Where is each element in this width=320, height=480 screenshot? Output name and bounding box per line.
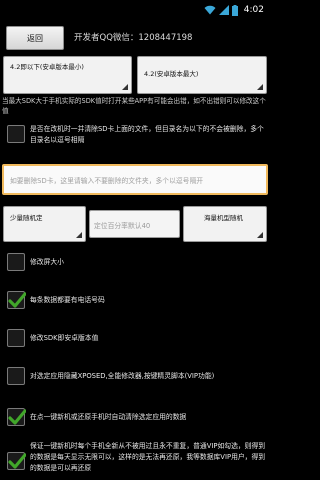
- checkmark-icon: [8, 409, 26, 425]
- restore-note-label: 保证一键新机时每个手机全新从不被用过且永不重复，普通VIP如勾选，则得到的数据是…: [30, 442, 266, 472]
- dropdown-arrow-icon: [76, 232, 82, 238]
- model-random-value: 海量机型随机: [204, 214, 243, 222]
- max-version-spinner[interactable]: 4.2(安卓版本最大): [137, 56, 267, 94]
- checkmark-icon: [8, 292, 26, 308]
- percent-input[interactable]: 定位百分率默认40: [89, 210, 180, 238]
- auto-clear-checkbox[interactable]: [7, 408, 26, 426]
- phone-number-checkbox[interactable]: [7, 291, 26, 309]
- checkmark-icon: [8, 453, 26, 469]
- signal-icon: [218, 5, 229, 15]
- status-icons: 4:02: [204, 4, 264, 16]
- developer-contact: 开发者QQ微信：1208447198: [74, 33, 193, 43]
- random-mode-value: 少量随机定: [10, 214, 43, 222]
- xposed-label: 对选定应用隐藏XPOSED,全能修改器,按键精灵脚本(VIP功能): [30, 372, 215, 380]
- modify-sdk-label: 修改SDK即安卓版本值: [30, 334, 99, 342]
- wifi-icon: [204, 5, 216, 15]
- screen-size-label: 修改屏大小: [30, 258, 64, 266]
- restore-note-checkbox[interactable]: [7, 452, 26, 470]
- delete-files-label: 是否在改机时一并清除SD卡上面的文件，但目录名为以下的不会被删除，多个目录名以逗…: [30, 125, 264, 144]
- auto-clear-label: 在点一键新机或还原手机时自动清除选定应用的数据: [30, 413, 187, 421]
- sdk-warning-text: 当最大SDK大于手机实际的SDK值时打开某些APP有可能会出错，如不出错则可以修…: [2, 97, 266, 115]
- min-version-spinner[interactable]: 4.2即以下(安卓版本最小): [3, 56, 132, 94]
- dropdown-arrow-icon: [122, 84, 128, 90]
- status-bar: 4:02: [0, 0, 270, 20]
- random-mode-spinner[interactable]: 少量随机定: [3, 206, 86, 242]
- phone-number-label: 每条数据都要有电话号码: [30, 296, 105, 304]
- battery-icon: [231, 4, 238, 16]
- delete-files-checkbox[interactable]: [7, 125, 25, 143]
- dropdown-arrow-icon: [257, 232, 263, 238]
- min-version-value: 4.2即以下(安卓版本最小): [10, 63, 84, 71]
- back-button[interactable]: 返回: [6, 26, 64, 50]
- sd-exclude-input[interactable]: 如要删除SD卡，这里请输入不要删除的文件夹，多个以逗号隔开: [2, 164, 268, 195]
- model-random-spinner[interactable]: 海量机型随机: [183, 206, 267, 242]
- modify-sdk-checkbox[interactable]: [7, 329, 25, 347]
- max-version-value: 4.2(安卓版本最大): [144, 70, 199, 78]
- screen-size-checkbox[interactable]: [7, 253, 25, 271]
- status-time: 4:02: [243, 5, 264, 15]
- xposed-checkbox[interactable]: [7, 367, 25, 385]
- dropdown-arrow-icon: [257, 84, 263, 90]
